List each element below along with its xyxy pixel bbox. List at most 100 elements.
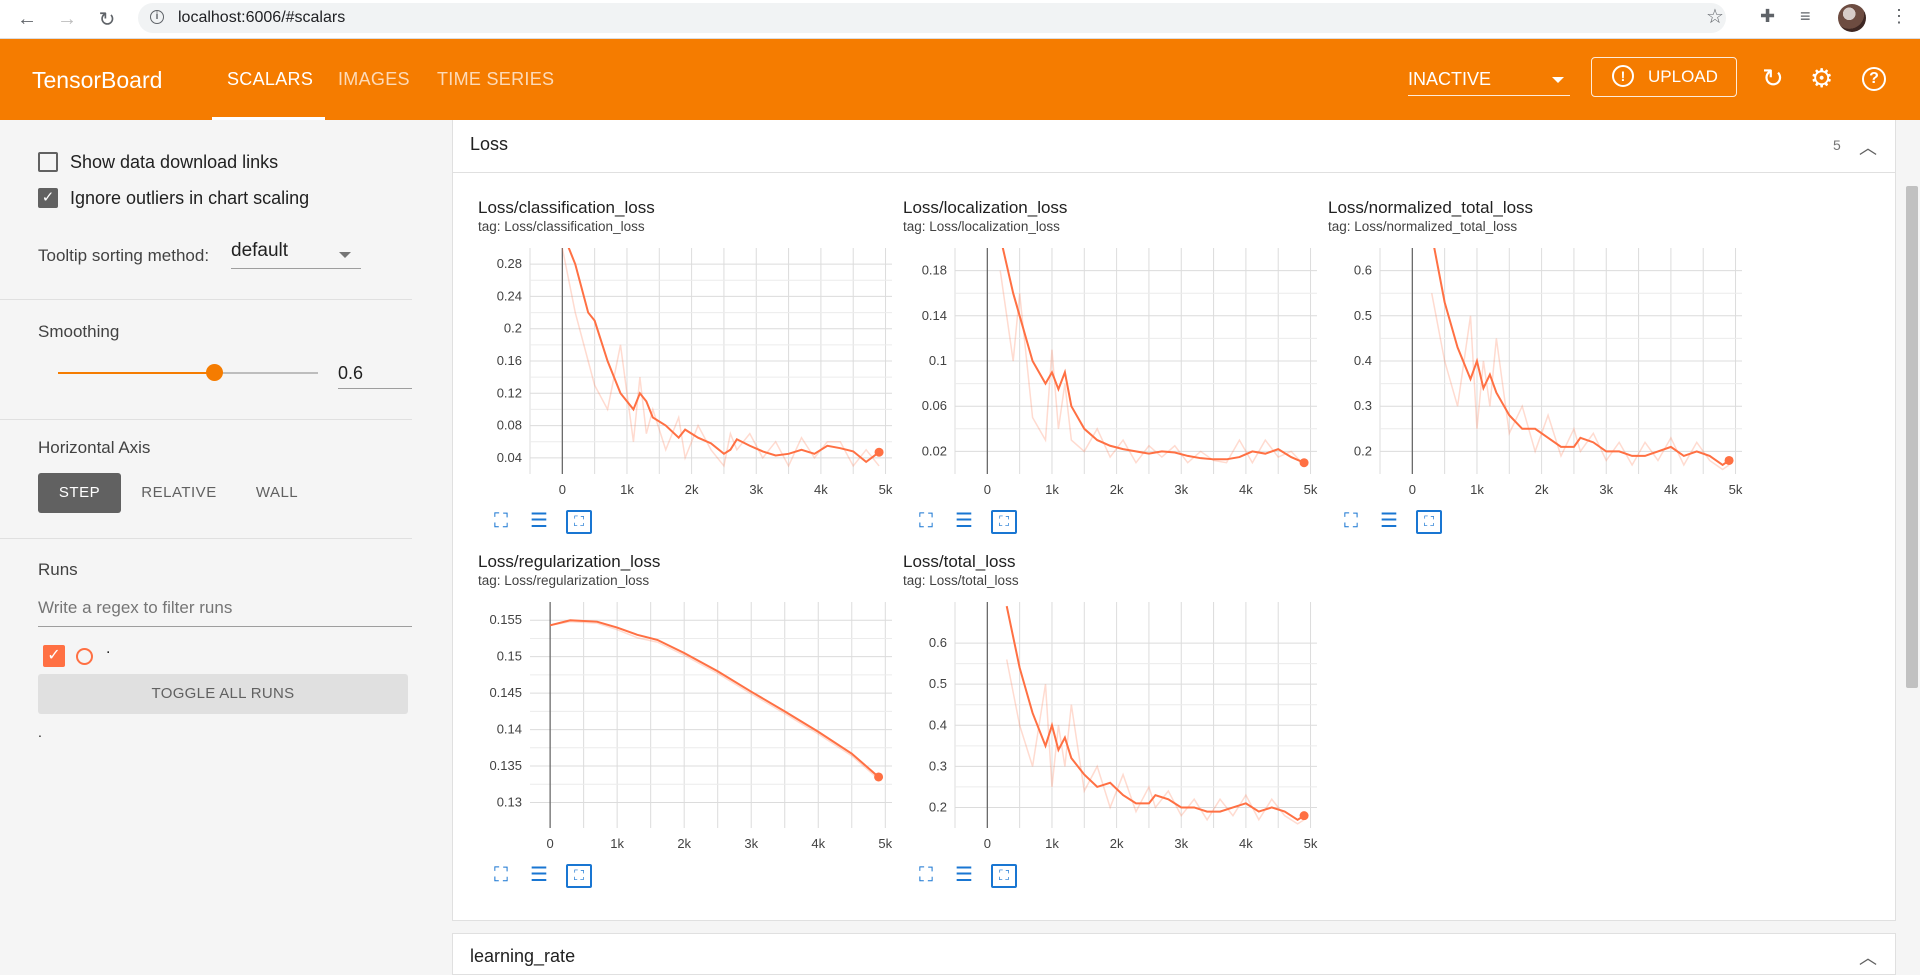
y-tick-label: 0.15 <box>497 649 522 664</box>
y-tick-label: 0.04 <box>497 450 522 465</box>
y-tick-label: 0.3 <box>929 758 947 773</box>
smoothing-slider-thumb[interactable] <box>206 364 223 381</box>
data-table-icon[interactable]: ☰ <box>526 864 552 888</box>
x-tick-label: 4k <box>1664 482 1678 497</box>
smoothed-series-line <box>1433 248 1730 467</box>
fullscreen-icon[interactable]: ⛶ <box>913 864 939 888</box>
chart-tag: tag: Loss/total_loss <box>903 573 1019 588</box>
chart-title: Loss/total_loss <box>903 552 1016 571</box>
fit-domain-icon[interactable]: ⛶ <box>566 510 592 534</box>
chart-plot[interactable]: 0.2 0.3 0.4 0.5 0.6 0 1k 2k 3k 4k 5k <box>1328 240 1748 502</box>
last-point-marker <box>874 447 884 457</box>
tab-scalars[interactable]: SCALARS <box>227 69 313 90</box>
fullscreen-icon[interactable]: ⛶ <box>488 510 514 534</box>
data-table-icon[interactable]: ☰ <box>951 510 977 534</box>
chart-tag: tag: Loss/regularization_loss <box>478 573 650 588</box>
axis-step-button[interactable]: STEP <box>38 473 121 513</box>
y-tick-label: 0.28 <box>497 256 522 271</box>
chart-title: Loss/normalized_total_loss <box>1328 198 1534 217</box>
smoothing-label: Smoothing <box>38 322 120 341</box>
learning-rate-section-card[interactable]: learning_rate ︿ <box>452 933 1896 975</box>
ignore-outliers-checkbox[interactable]: ✓ <box>38 188 58 208</box>
last-point-marker <box>1299 811 1309 821</box>
smoothing-slider-track[interactable] <box>58 372 318 374</box>
chevron-up-icon[interactable]: ︿ <box>1859 944 1877 970</box>
scrollbar-thumb[interactable] <box>1906 186 1918 688</box>
chevron-up-icon[interactable]: ︿ <box>1859 134 1877 160</box>
forward-arrow-icon[interactable]: → <box>52 4 82 34</box>
x-tick-label: 0 <box>1409 482 1416 497</box>
fullscreen-icon[interactable]: ⛶ <box>1338 510 1364 534</box>
help-icon[interactable]: ? <box>1862 67 1886 91</box>
settings-gear-icon[interactable]: ⚙ <box>1810 65 1833 91</box>
data-table-icon[interactable]: ☰ <box>526 510 552 534</box>
fit-domain-icon[interactable]: ⛶ <box>991 864 1017 888</box>
tensorboard-toolbar: TensorBoard SCALARS IMAGES TIME SERIES I… <box>0 39 1920 120</box>
bookmark-star-icon[interactable]: ☆ <box>1706 4 1724 29</box>
tab-time-series[interactable]: TIME SERIES <box>437 69 554 90</box>
refresh-icon[interactable]: ↻ <box>1762 65 1784 91</box>
smoothed-series-line <box>549 619 880 778</box>
chart-plot[interactable]: 0.13 0.135 0.14 0.145 0.15 0.155 0 1k 2k 3k 4k 5k <box>478 594 898 856</box>
run-color-swatch[interactable] <box>76 648 93 665</box>
fit-domain-icon[interactable]: ⛶ <box>566 864 592 888</box>
reload-icon[interactable]: ↻ <box>92 4 122 34</box>
plugin-select[interactable]: INACTIVE <box>1408 69 1570 96</box>
run-checkbox[interactable]: ✓ <box>43 645 65 667</box>
series-group <box>1430 248 1730 471</box>
chart-plot[interactable]: 0.04 0.08 0.12 0.16 0.2 0.24 0.28 0 1k 2k 3k 4k 5k <box>478 240 898 502</box>
more-menu-icon[interactable]: ⋮ <box>1890 6 1908 27</box>
x-tick-label: 5k <box>1729 482 1743 497</box>
x-tick-label: 4k <box>814 482 828 497</box>
fit-domain-icon[interactable]: ⛶ <box>991 510 1017 534</box>
data-table-icon[interactable]: ☰ <box>951 864 977 888</box>
x-tick-label: 2k <box>1535 482 1549 497</box>
fullscreen-icon[interactable]: ⛶ <box>913 510 939 534</box>
chart-title: Loss/regularization_loss <box>478 552 661 571</box>
y-tick-label: 0.6 <box>1354 263 1372 278</box>
tooltip-sorting-value: default <box>231 240 289 261</box>
main-content: Loss 5 ︿ Loss/classification_loss tag: L… <box>442 120 1904 975</box>
run-regex-filter-input[interactable]: Write a regex to filter runs <box>38 598 412 627</box>
media-queue-icon[interactable]: ≡ <box>1800 6 1811 27</box>
show-download-links-checkbox[interactable] <box>38 152 58 172</box>
chart-title: Loss/classification_loss <box>478 198 655 217</box>
x-tick-label: 5k <box>1304 482 1318 497</box>
profile-avatar[interactable] <box>1838 4 1866 32</box>
show-download-links-label: Show data download links <box>70 152 279 172</box>
y-tick-label: 0.155 <box>489 612 522 627</box>
y-tick-label: 0.14 <box>922 308 947 323</box>
extensions-puzzle-icon[interactable]: ✚ <box>1760 6 1775 27</box>
y-tick-label: 0.16 <box>497 353 522 368</box>
upload-button[interactable]: ! UPLOAD <box>1591 57 1737 97</box>
last-point-marker <box>874 772 884 782</box>
toggle-all-runs-button[interactable]: TOGGLE ALL RUNS <box>38 674 408 714</box>
address-bar[interactable]: i localhost:6006/#scalars <box>138 3 1726 33</box>
tab-images[interactable]: IMAGES <box>338 69 410 90</box>
y-tick-label: 0.18 <box>922 263 947 278</box>
x-tick-label: 2k <box>677 836 691 851</box>
x-tick-label: 2k <box>685 482 699 497</box>
sidebar-footer: . <box>38 724 42 740</box>
smoothing-input[interactable]: 0.6 <box>338 360 412 389</box>
smoothing-slider-fill <box>58 372 214 374</box>
section-title: Loss <box>470 134 509 154</box>
chart-tag: tag: Loss/classification_loss <box>478 219 645 234</box>
series-group <box>1005 605 1305 825</box>
info-icon[interactable]: i <box>150 10 164 24</box>
x-tick-label: 4k <box>811 836 825 851</box>
y-tick-label: 0.1 <box>929 353 947 368</box>
fullscreen-icon[interactable]: ⛶ <box>488 864 514 888</box>
x-tick-label: 4k <box>1239 836 1253 851</box>
x-tick-label: 1k <box>1045 482 1059 497</box>
loss-section-header[interactable]: Loss 5 ︿ <box>453 120 1895 173</box>
data-table-icon[interactable]: ☰ <box>1376 510 1402 534</box>
fit-domain-icon[interactable]: ⛶ <box>1416 510 1442 534</box>
axis-relative-button[interactable]: RELATIVE <box>136 473 222 513</box>
chart-plot[interactable]: 0.02 0.06 0.1 0.14 0.18 0 1k 2k 3k 4k 5k <box>903 240 1323 502</box>
back-arrow-icon[interactable]: ← <box>12 4 42 34</box>
chart-plot[interactable]: 0.2 0.3 0.4 0.5 0.6 0 1k 2k 3k 4k 5k <box>903 594 1323 856</box>
tooltip-sorting-select[interactable]: default <box>231 240 361 269</box>
url-text: localhost:6006/#scalars <box>178 9 346 26</box>
axis-wall-button[interactable]: WALL <box>242 473 312 513</box>
